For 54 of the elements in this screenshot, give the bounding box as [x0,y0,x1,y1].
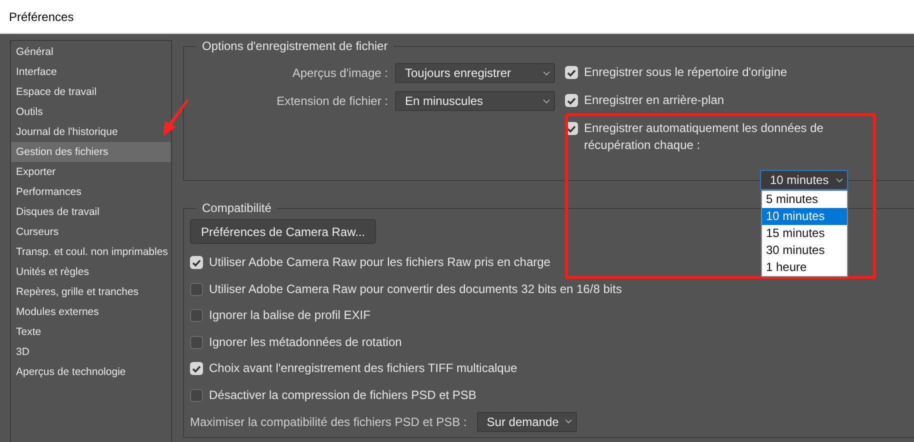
sidebar-item[interactable]: Repères, grille et tranches [11,282,171,302]
group-title: Options d'enregistrement de fichier [196,39,394,54]
sidebar-item[interactable]: Texte [11,322,171,342]
sidebar-item[interactable]: Général [11,42,171,62]
checkbox[interactable] [190,309,203,322]
field-label: Aperçus d'image : [291,66,388,80]
checkbox[interactable] [190,336,203,348]
checkbox-label: Choix avant l'enregistrement des fichiers TIFF multicalque [209,360,518,377]
sidebar-item[interactable]: Aperçus de technologie [11,362,171,382]
dropdown[interactable]: En minuscules [395,91,555,111]
checkbox-label: Utiliser Adobe Camera Raw pour convertir des documents 32 bits en 16/8 bits [209,280,622,298]
dropdown[interactable]: Sur demande [476,412,577,432]
checkbox[interactable] [190,256,203,269]
checkbox-label: Ignorer les métadonnées de rotation [209,334,402,350]
checkbox[interactable] [190,282,203,296]
checkbox[interactable] [565,94,578,107]
checkbox-label: Enregistrer sous le répertoire d'origine [584,64,788,81]
group-title: Compatibilité [196,201,278,216]
sidebar-item[interactable]: Journal de l'historique [11,122,171,142]
sidebar-item[interactable]: Performances [11,182,171,202]
sidebar-item[interactable]: Curseurs [11,222,171,242]
dropdown-option[interactable]: 1 heure [762,259,847,276]
field-label: Maximiser la compatibilité des fichiers PSD et PSB : [190,414,467,428]
caret-icon [543,98,550,104]
sidebar-item[interactable]: Gestion des fichiers [11,142,171,162]
sidebar-item[interactable]: Espace de travail [11,82,171,102]
window-title: Préférences [9,10,74,24]
checkbox-label: Ignorer la balise de profil EXIF [209,307,370,324]
sidebar-item[interactable]: Outils [11,102,171,122]
caret-icon [564,419,572,424]
dropdown-option[interactable]: 10 minutes [762,208,847,225]
dropdown-option[interactable]: 15 minutes [762,225,847,242]
checkbox-label: Désactiver la compression de fichiers PSD et PSB [209,386,476,404]
dropdown-option[interactable]: 30 minutes [762,242,847,259]
dropdown[interactable]: 10 minutes [760,170,848,190]
sidebar-item[interactable]: Transp. et coul. non imprimables [11,242,171,262]
dropdown[interactable]: Toujours enregistrer [395,63,555,83]
field-label: Extension de fichier : [276,94,388,108]
sidebar-item[interactable]: Modules externes [11,302,171,322]
checkbox-label: Utiliser Adobe Camera Raw pour les fichiers Raw pris en charge [209,254,550,271]
checkbox[interactable] [190,362,203,375]
dropdown-option[interactable]: 5 minutes [762,191,847,208]
sidebar-item[interactable]: Disques de travail [11,202,171,222]
checkbox-label: Enregistrer en arrière-plan [584,92,724,109]
sidebar-item[interactable]: Exporter [11,162,171,182]
camera-raw-button[interactable]: Préférences de Camera Raw... [190,219,376,244]
sidebar-item[interactable]: 3D [11,342,171,362]
caret-icon [543,70,550,76]
checkbox[interactable] [190,388,203,402]
sidebar-item[interactable]: Unités et règles [11,262,171,282]
checkbox[interactable] [565,66,578,79]
caret-icon [836,178,843,182]
sidebar-item[interactable]: Interface [11,62,171,82]
checkbox-label: Enregistrer automatiquement les données de récupération chaque : [584,120,824,154]
